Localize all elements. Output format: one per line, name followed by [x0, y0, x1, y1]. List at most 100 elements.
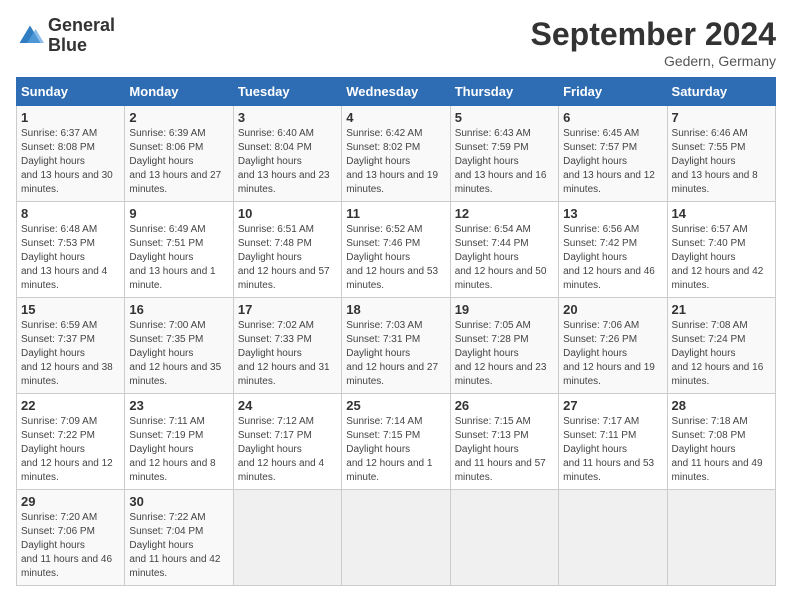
day-info: Sunrise: 7:05 AM Sunset: 7:28 PM Dayligh… — [455, 319, 554, 389]
col-friday: Friday — [559, 78, 667, 106]
day-number: 21 — [672, 302, 771, 317]
day-info: Sunrise: 7:08 AM Sunset: 7:24 PM Dayligh… — [672, 319, 771, 389]
table-cell — [667, 490, 775, 586]
day-info: Sunrise: 6:45 AM Sunset: 7:57 PM Dayligh… — [563, 127, 662, 197]
day-info: Sunrise: 6:52 AM Sunset: 7:46 PM Dayligh… — [346, 223, 445, 293]
table-cell — [342, 490, 450, 586]
col-sunday: Sunday — [17, 78, 125, 106]
month-title: September 2024 — [531, 16, 776, 53]
day-number: 14 — [672, 206, 771, 221]
day-info: Sunrise: 6:48 AM Sunset: 7:53 PM Dayligh… — [21, 223, 120, 293]
table-cell: 28 Sunrise: 7:18 AM Sunset: 7:08 PM Dayl… — [667, 394, 775, 490]
col-tuesday: Tuesday — [233, 78, 341, 106]
table-cell: 27 Sunrise: 7:17 AM Sunset: 7:11 PM Dayl… — [559, 394, 667, 490]
day-number: 9 — [129, 206, 228, 221]
day-info: Sunrise: 7:02 AM Sunset: 7:33 PM Dayligh… — [238, 319, 337, 389]
calendar-row: 1 Sunrise: 6:37 AM Sunset: 8:08 PM Dayli… — [17, 106, 776, 202]
day-number: 28 — [672, 398, 771, 413]
day-info: Sunrise: 6:56 AM Sunset: 7:42 PM Dayligh… — [563, 223, 662, 293]
table-cell: 5 Sunrise: 6:43 AM Sunset: 7:59 PM Dayli… — [450, 106, 558, 202]
table-cell: 19 Sunrise: 7:05 AM Sunset: 7:28 PM Dayl… — [450, 298, 558, 394]
day-number: 19 — [455, 302, 554, 317]
day-info: Sunrise: 7:22 AM Sunset: 7:04 PM Dayligh… — [129, 511, 228, 581]
day-info: Sunrise: 6:43 AM Sunset: 7:59 PM Dayligh… — [455, 127, 554, 197]
logo: General Blue — [16, 16, 115, 56]
day-info: Sunrise: 6:42 AM Sunset: 8:02 PM Dayligh… — [346, 127, 445, 197]
table-cell: 22 Sunrise: 7:09 AM Sunset: 7:22 PM Dayl… — [17, 394, 125, 490]
day-number: 20 — [563, 302, 662, 317]
table-cell: 8 Sunrise: 6:48 AM Sunset: 7:53 PM Dayli… — [17, 202, 125, 298]
logo-icon — [16, 22, 44, 50]
day-number: 26 — [455, 398, 554, 413]
table-cell: 25 Sunrise: 7:14 AM Sunset: 7:15 PM Dayl… — [342, 394, 450, 490]
table-cell: 4 Sunrise: 6:42 AM Sunset: 8:02 PM Dayli… — [342, 106, 450, 202]
calendar-row: 29 Sunrise: 7:20 AM Sunset: 7:06 PM Dayl… — [17, 490, 776, 586]
day-number: 4 — [346, 110, 445, 125]
table-cell: 23 Sunrise: 7:11 AM Sunset: 7:19 PM Dayl… — [125, 394, 233, 490]
day-number: 17 — [238, 302, 337, 317]
day-info: Sunrise: 7:00 AM Sunset: 7:35 PM Dayligh… — [129, 319, 228, 389]
day-info: Sunrise: 7:18 AM Sunset: 7:08 PM Dayligh… — [672, 415, 771, 485]
title-area: September 2024 Gedern, Germany — [531, 16, 776, 69]
calendar-table: Sunday Monday Tuesday Wednesday Thursday… — [16, 77, 776, 586]
day-number: 25 — [346, 398, 445, 413]
table-cell: 21 Sunrise: 7:08 AM Sunset: 7:24 PM Dayl… — [667, 298, 775, 394]
table-cell: 30 Sunrise: 7:22 AM Sunset: 7:04 PM Dayl… — [125, 490, 233, 586]
table-cell: 2 Sunrise: 6:39 AM Sunset: 8:06 PM Dayli… — [125, 106, 233, 202]
day-number: 10 — [238, 206, 337, 221]
day-info: Sunrise: 7:03 AM Sunset: 7:31 PM Dayligh… — [346, 319, 445, 389]
table-cell: 16 Sunrise: 7:00 AM Sunset: 7:35 PM Dayl… — [125, 298, 233, 394]
table-cell: 13 Sunrise: 6:56 AM Sunset: 7:42 PM Dayl… — [559, 202, 667, 298]
table-cell: 12 Sunrise: 6:54 AM Sunset: 7:44 PM Dayl… — [450, 202, 558, 298]
day-info: Sunrise: 6:49 AM Sunset: 7:51 PM Dayligh… — [129, 223, 228, 293]
table-cell: 7 Sunrise: 6:46 AM Sunset: 7:55 PM Dayli… — [667, 106, 775, 202]
day-number: 7 — [672, 110, 771, 125]
day-number: 13 — [563, 206, 662, 221]
day-number: 8 — [21, 206, 120, 221]
day-number: 11 — [346, 206, 445, 221]
day-number: 6 — [563, 110, 662, 125]
day-number: 1 — [21, 110, 120, 125]
table-cell: 1 Sunrise: 6:37 AM Sunset: 8:08 PM Dayli… — [17, 106, 125, 202]
table-cell: 11 Sunrise: 6:52 AM Sunset: 7:46 PM Dayl… — [342, 202, 450, 298]
day-number: 24 — [238, 398, 337, 413]
day-info: Sunrise: 6:46 AM Sunset: 7:55 PM Dayligh… — [672, 127, 771, 197]
day-info: Sunrise: 7:06 AM Sunset: 7:26 PM Dayligh… — [563, 319, 662, 389]
page-header: General Blue September 2024 Gedern, Germ… — [16, 16, 776, 69]
table-cell: 14 Sunrise: 6:57 AM Sunset: 7:40 PM Dayl… — [667, 202, 775, 298]
day-info: Sunrise: 7:14 AM Sunset: 7:15 PM Dayligh… — [346, 415, 445, 485]
logo-line2: Blue — [48, 36, 115, 56]
table-cell: 15 Sunrise: 6:59 AM Sunset: 7:37 PM Dayl… — [17, 298, 125, 394]
table-cell: 18 Sunrise: 7:03 AM Sunset: 7:31 PM Dayl… — [342, 298, 450, 394]
day-number: 16 — [129, 302, 228, 317]
calendar-body: 1 Sunrise: 6:37 AM Sunset: 8:08 PM Dayli… — [17, 106, 776, 586]
table-cell: 3 Sunrise: 6:40 AM Sunset: 8:04 PM Dayli… — [233, 106, 341, 202]
day-info: Sunrise: 6:39 AM Sunset: 8:06 PM Dayligh… — [129, 127, 228, 197]
calendar-row: 22 Sunrise: 7:09 AM Sunset: 7:22 PM Dayl… — [17, 394, 776, 490]
table-cell — [233, 490, 341, 586]
day-info: Sunrise: 7:20 AM Sunset: 7:06 PM Dayligh… — [21, 511, 120, 581]
location: Gedern, Germany — [531, 53, 776, 69]
day-number: 22 — [21, 398, 120, 413]
calendar-row: 8 Sunrise: 6:48 AM Sunset: 7:53 PM Dayli… — [17, 202, 776, 298]
day-info: Sunrise: 6:57 AM Sunset: 7:40 PM Dayligh… — [672, 223, 771, 293]
table-cell: 20 Sunrise: 7:06 AM Sunset: 7:26 PM Dayl… — [559, 298, 667, 394]
day-number: 5 — [455, 110, 554, 125]
col-monday: Monday — [125, 78, 233, 106]
table-cell: 24 Sunrise: 7:12 AM Sunset: 7:17 PM Dayl… — [233, 394, 341, 490]
day-info: Sunrise: 7:12 AM Sunset: 7:17 PM Dayligh… — [238, 415, 337, 485]
table-cell: 6 Sunrise: 6:45 AM Sunset: 7:57 PM Dayli… — [559, 106, 667, 202]
table-cell — [559, 490, 667, 586]
table-cell: 17 Sunrise: 7:02 AM Sunset: 7:33 PM Dayl… — [233, 298, 341, 394]
day-number: 27 — [563, 398, 662, 413]
col-thursday: Thursday — [450, 78, 558, 106]
day-info: Sunrise: 7:11 AM Sunset: 7:19 PM Dayligh… — [129, 415, 228, 485]
day-number: 2 — [129, 110, 228, 125]
day-info: Sunrise: 6:51 AM Sunset: 7:48 PM Dayligh… — [238, 223, 337, 293]
day-number: 15 — [21, 302, 120, 317]
day-info: Sunrise: 6:37 AM Sunset: 8:08 PM Dayligh… — [21, 127, 120, 197]
day-info: Sunrise: 6:54 AM Sunset: 7:44 PM Dayligh… — [455, 223, 554, 293]
col-saturday: Saturday — [667, 78, 775, 106]
day-number: 18 — [346, 302, 445, 317]
day-info: Sunrise: 7:09 AM Sunset: 7:22 PM Dayligh… — [21, 415, 120, 485]
